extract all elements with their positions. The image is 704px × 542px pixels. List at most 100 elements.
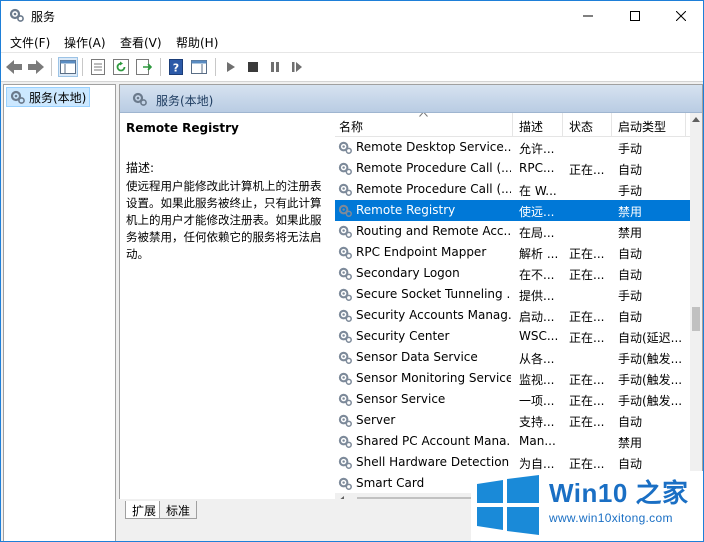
- service-startup-cell: 手动: [618, 184, 643, 198]
- watermark-title: Win10 之家: [549, 478, 689, 508]
- table-row[interactable]: Secondary Logon 在不... 正在... 自动: [335, 263, 690, 284]
- table-row[interactable]: Remote Registry 使远... 禁用: [335, 200, 690, 221]
- service-name-cell: RPC Endpoint Mapper: [356, 245, 487, 259]
- table-row[interactable]: Remote Desktop Service... 允许... 手动: [335, 137, 690, 158]
- service-description-cell: 支持...: [519, 415, 555, 429]
- properties-icon: [91, 59, 105, 75]
- console-tree-icon: [60, 60, 76, 74]
- restart-icon: [292, 62, 302, 72]
- help-button[interactable]: ?: [166, 57, 186, 77]
- service-startup-cell: 禁用: [618, 226, 643, 240]
- service-startup-cell: 自动: [618, 415, 643, 429]
- service-gear-icon: [338, 308, 353, 326]
- properties-button[interactable]: [88, 57, 108, 77]
- vertical-scrollbar[interactable]: [690, 113, 702, 493]
- service-name-cell: Secure Socket Tunneling ...: [356, 287, 511, 301]
- table-row[interactable]: Routing and Remote Acc... 在局... 禁用: [335, 221, 690, 242]
- service-description-cell: 从各...: [519, 352, 555, 366]
- back-button[interactable]: [4, 57, 24, 77]
- service-name-cell: Server: [356, 413, 396, 427]
- service-startup-cell: 禁用: [618, 205, 643, 219]
- service-startup-cell: 自动: [618, 268, 643, 282]
- column-divider[interactable]: [611, 113, 612, 137]
- pause-service-button[interactable]: [265, 57, 285, 77]
- scroll-up-icon[interactable]: [692, 117, 700, 122]
- service-description-cell: 使远...: [519, 205, 555, 219]
- service-gear-icon: [338, 371, 353, 389]
- service-name-cell: Sensor Service: [356, 392, 446, 406]
- vertical-scroll-thumb[interactable]: [692, 307, 700, 331]
- refresh-button[interactable]: [111, 57, 131, 77]
- close-button[interactable]: [658, 1, 703, 31]
- service-name-cell: Security Center: [356, 329, 450, 343]
- service-description-cell: 允许...: [519, 142, 555, 156]
- table-row[interactable]: Sensor Data Service 从各... 手动(触发...: [335, 347, 690, 368]
- menu-action[interactable]: 操作(A): [64, 34, 106, 51]
- column-header-description[interactable]: 描述: [519, 118, 543, 135]
- column-header-name[interactable]: 名称: [339, 118, 363, 135]
- title-bar[interactable]: 服务: [1, 1, 703, 31]
- forward-button[interactable]: [26, 57, 46, 77]
- menu-file[interactable]: 文件(F): [10, 34, 50, 51]
- forward-icon: [28, 60, 44, 74]
- service-startup-cell: 自动: [618, 163, 643, 177]
- table-row[interactable]: Sensor Service 一项... 正在... 手动(触发...: [335, 389, 690, 410]
- menu-view[interactable]: 查看(V): [120, 34, 162, 51]
- menu-help[interactable]: 帮助(H): [176, 34, 218, 51]
- toolbar: ?: [1, 53, 703, 82]
- table-row[interactable]: Secure Socket Tunneling ... 提供... 手动: [335, 284, 690, 305]
- export-button[interactable]: [134, 57, 154, 77]
- view-button[interactable]: [189, 57, 209, 77]
- minimize-button[interactable]: [565, 1, 611, 31]
- refresh-icon: [113, 59, 129, 75]
- service-startup-cell: 手动(触发...: [618, 394, 683, 408]
- column-header-startup-type[interactable]: 启动类型: [618, 118, 666, 135]
- pause-icon: [271, 62, 279, 72]
- svg-text:?: ?: [173, 62, 179, 75]
- column-divider[interactable]: [685, 113, 686, 137]
- tree-item-label: 服务(本地): [29, 90, 87, 105]
- service-name-cell: Sensor Data Service: [356, 350, 478, 364]
- description-label: 描述:: [126, 161, 155, 175]
- panel-header-title: 服务(本地): [156, 94, 214, 108]
- service-status-cell: 正在...: [569, 163, 605, 177]
- service-description-cell: 一项...: [519, 394, 555, 408]
- table-row[interactable]: RPC Endpoint Mapper 解析 ... 正在... 自动: [335, 242, 690, 263]
- service-description-cell: 为自...: [519, 457, 555, 471]
- tab-extended[interactable]: 扩展: [125, 501, 164, 519]
- table-row[interactable]: Remote Procedure Call (... 在 W... 手动: [335, 179, 690, 200]
- service-title: Remote Registry: [126, 121, 239, 135]
- start-service-button[interactable]: [221, 57, 241, 77]
- toolbar-separator: [51, 58, 52, 76]
- service-description-cell: 解析 ...: [519, 247, 559, 261]
- services-window: 服务 文件(F) 操作(A) 查看(V) 帮助(H) ? 服务(本地) 服务(本…: [0, 0, 704, 542]
- service-gear-icon: [338, 182, 353, 200]
- service-startup-cell: 手动(触发...: [618, 352, 683, 366]
- service-name-cell: Shared PC Account Mana...: [356, 434, 511, 448]
- table-row[interactable]: Sensor Monitoring Service 监视... 正在... 手动(触发…: [335, 368, 690, 389]
- column-divider[interactable]: [562, 113, 563, 137]
- console-tree-button[interactable]: [58, 57, 78, 77]
- stop-service-button[interactable]: [243, 57, 263, 77]
- column-header-status[interactable]: 状态: [569, 118, 593, 135]
- maximize-button[interactable]: [612, 1, 658, 31]
- service-gear-icon: [338, 455, 353, 473]
- table-row[interactable]: Remote Procedure Call (... RPC... 正在... 自动: [335, 158, 690, 179]
- tree-item-services-local[interactable]: 服务(本地): [6, 87, 91, 107]
- table-row[interactable]: Security Accounts Manag... 启动... 正在... 自动: [335, 305, 690, 326]
- services-gear-icon: [9, 8, 24, 22]
- service-status-cell: 正在...: [569, 394, 605, 408]
- service-gear-icon: [338, 287, 353, 305]
- table-row[interactable]: Shared PC Account Mana... Man... 禁用: [335, 431, 690, 452]
- table-row[interactable]: Security Center WSC... 正在... 自动(延迟...: [335, 326, 690, 347]
- service-name-cell: Security Accounts Manag...: [356, 308, 511, 322]
- column-divider[interactable]: [512, 113, 513, 137]
- start-icon: [227, 62, 235, 72]
- service-startup-cell: 禁用: [618, 436, 643, 450]
- table-row[interactable]: Shell Hardware Detection 为自... 正在... 自动: [335, 452, 690, 473]
- services-gear-icon: [132, 92, 147, 106]
- restart-service-button[interactable]: [287, 57, 307, 77]
- table-row[interactable]: Server 支持... 正在... 自动: [335, 410, 690, 431]
- tab-standard[interactable]: 标准: [159, 501, 198, 519]
- service-description-cell: RPC...: [519, 161, 555, 175]
